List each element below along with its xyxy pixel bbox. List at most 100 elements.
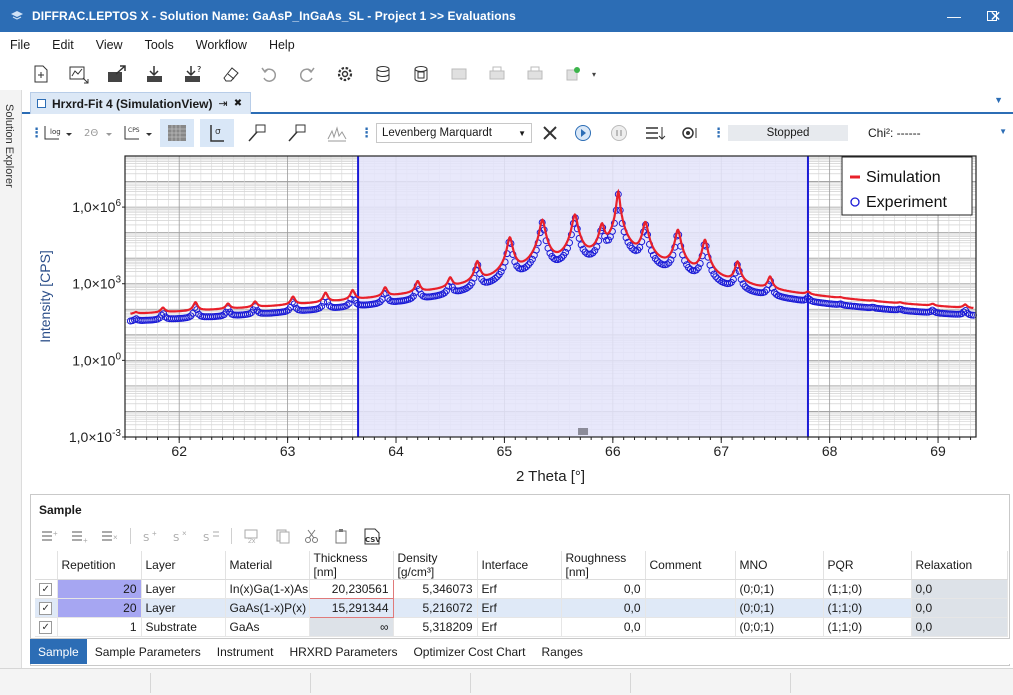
column-header-density[interactable]: Density [g/cm³] bbox=[393, 551, 478, 580]
relaxation-cell[interactable]: 0,0 bbox=[911, 598, 1008, 618]
sublayer-options-button[interactable]: S bbox=[198, 526, 224, 546]
table-row[interactable]: ✓ 1 Substrate GaAs ∞ 5,318209 Erf 0,0 (0… bbox=[35, 617, 1008, 637]
tab-ranges[interactable]: Ranges bbox=[534, 639, 591, 664]
menu-help[interactable]: Help bbox=[258, 38, 306, 52]
column-header-repetition[interactable]: Repetition bbox=[57, 551, 142, 580]
delete-sub-layer-button[interactable]: S × bbox=[168, 526, 194, 546]
record-button[interactable] bbox=[676, 119, 706, 147]
cut-button[interactable] bbox=[299, 526, 325, 546]
download-query-button[interactable]: ? bbox=[174, 60, 212, 88]
delete-layer-button[interactable]: × bbox=[97, 526, 123, 546]
pause-button[interactable] bbox=[604, 119, 634, 147]
algorithm-select[interactable]: Levenberg Marquardt ▼ bbox=[376, 123, 532, 143]
tab-sample[interactable]: Sample bbox=[30, 639, 87, 664]
tab-optimizer-cost-chart[interactable]: Optimizer Cost Chart bbox=[405, 639, 533, 664]
import-chart-button[interactable] bbox=[60, 60, 98, 88]
relaxation-cell[interactable]: 0,0 bbox=[911, 579, 1008, 599]
menu-tools[interactable]: Tools bbox=[134, 38, 185, 52]
comment-cell[interactable] bbox=[645, 579, 736, 599]
sigma-button[interactable]: σ bbox=[200, 119, 234, 147]
menu-workflow[interactable]: Workflow bbox=[185, 38, 258, 52]
grid-toggle-button[interactable] bbox=[160, 119, 194, 147]
close-tab-icon[interactable]: ✖ bbox=[234, 98, 242, 109]
new-button[interactable] bbox=[22, 60, 60, 88]
column-header-material[interactable]: Material bbox=[225, 551, 310, 580]
material-cell[interactable]: GaAs(1-x)P(x) bbox=[225, 598, 310, 618]
toolbar-overflow-icon[interactable]: ▾ bbox=[592, 70, 596, 79]
mno-cell[interactable]: (0;0;1) bbox=[735, 579, 824, 599]
disabled-tool-2[interactable] bbox=[478, 60, 516, 88]
table-row[interactable]: ✓ 20 Layer In(x)Ga(1-x)As 20,230561 5,34… bbox=[35, 579, 1008, 599]
add-layer-button[interactable]: + bbox=[37, 526, 63, 546]
eraser-button[interactable] bbox=[212, 60, 250, 88]
mno-cell[interactable]: (0;0;1) bbox=[735, 598, 824, 618]
column-header-relaxation[interactable]: Relaxation bbox=[911, 551, 1008, 580]
close-button[interactable]: ✕ bbox=[978, 0, 1013, 32]
step-button[interactable] bbox=[640, 119, 670, 147]
database-button[interactable] bbox=[364, 60, 402, 88]
interface-cell[interactable]: Erf bbox=[477, 617, 562, 637]
redo-button[interactable] bbox=[288, 60, 326, 88]
relaxation-cell[interactable]: 0,0 bbox=[911, 617, 1008, 637]
density-cell[interactable]: 5,318209 bbox=[393, 617, 478, 637]
chevron-down-icon[interactable]: ▼ bbox=[994, 95, 1003, 105]
solution-explorer-tab[interactable]: Solution Explorer bbox=[3, 104, 15, 188]
peak-tool-button[interactable] bbox=[320, 119, 354, 147]
menu-view[interactable]: View bbox=[85, 38, 134, 52]
paste-button[interactable] bbox=[329, 526, 355, 546]
cps-dropdown[interactable]: CPS bbox=[120, 119, 154, 147]
repetition-cell[interactable]: 1 bbox=[57, 617, 142, 637]
export-csv-button[interactable]: CSV bbox=[359, 526, 385, 546]
tab-hrxrd-parameters[interactable]: HRXRD Parameters bbox=[281, 639, 405, 664]
copy-button[interactable] bbox=[269, 526, 295, 546]
row-checkbox[interactable]: ✓ bbox=[35, 617, 58, 637]
pqr-cell[interactable]: (1;1;0) bbox=[823, 617, 912, 637]
roughness-cell[interactable]: 0,0 bbox=[561, 598, 646, 618]
two-theta-dropdown[interactable]: 2Θ bbox=[80, 119, 114, 147]
table-row[interactable]: ✓ 20 Layer GaAs(1-x)P(x) 15,291344 5,216… bbox=[35, 598, 1008, 618]
column-header-roughness[interactable]: Roughness [nm] bbox=[561, 551, 646, 580]
plugin-button[interactable] bbox=[554, 60, 592, 88]
export-button[interactable] bbox=[98, 60, 136, 88]
menu-file[interactable]: File bbox=[0, 38, 41, 52]
thickness-cell[interactable]: 20,230561 bbox=[308, 579, 394, 599]
tab-sample-parameters[interactable]: Sample Parameters bbox=[87, 639, 209, 664]
settings-button[interactable] bbox=[326, 60, 364, 88]
layer-cell[interactable]: Layer bbox=[141, 579, 226, 599]
repetition-cell[interactable]: 20 bbox=[57, 598, 142, 618]
layer-cell[interactable]: Layer bbox=[141, 598, 226, 618]
pqr-cell[interactable]: (1;1;0) bbox=[823, 598, 912, 618]
interface-cell[interactable]: Erf bbox=[477, 598, 562, 618]
undo-button[interactable] bbox=[250, 60, 288, 88]
disabled-tool-1[interactable] bbox=[440, 60, 478, 88]
column-header-thickness[interactable]: Thickness [nm] bbox=[309, 551, 394, 580]
density-cell[interactable]: 5,216072 bbox=[393, 598, 478, 618]
pin-icon[interactable]: ⇥ bbox=[218, 97, 227, 110]
mno-cell[interactable]: (0;0;1) bbox=[735, 617, 824, 637]
pqr-cell[interactable]: (1;1;0) bbox=[823, 579, 912, 599]
fit-settings-button[interactable] bbox=[538, 119, 562, 147]
column-header-pqr[interactable]: PQR bbox=[823, 551, 912, 580]
chevron-down-icon[interactable]: ▼ bbox=[999, 127, 1007, 136]
comment-cell[interactable] bbox=[645, 617, 736, 637]
duplicate-button[interactable]: 2x bbox=[239, 526, 265, 546]
material-cell[interactable]: In(x)Ga(1-x)As bbox=[225, 579, 310, 599]
zoom-out-button[interactable] bbox=[280, 119, 314, 147]
add-sub-layer-button[interactable]: S + bbox=[138, 526, 164, 546]
density-cell[interactable]: 5,346073 bbox=[393, 579, 478, 599]
disabled-tool-3[interactable] bbox=[516, 60, 554, 88]
repetition-cell[interactable]: 20 bbox=[57, 579, 142, 599]
column-header-mno[interactable]: MNO bbox=[735, 551, 824, 580]
intensity-chart[interactable]: 62 63 64 65 66 67 68 691,0×10-31,0×1001,0×1031,… bbox=[30, 150, 1013, 490]
column-header-layer[interactable]: Layer bbox=[141, 551, 226, 580]
roughness-cell[interactable]: 0,0 bbox=[561, 617, 646, 637]
log-scale-dropdown[interactable]: log bbox=[40, 119, 74, 147]
column-header-interface[interactable]: Interface bbox=[477, 551, 562, 580]
layer-cell[interactable]: Substrate bbox=[141, 617, 226, 637]
tab-hrxrd-fit[interactable]: Hrxrd-Fit 4 (SimulationView) ⇥ ✖ bbox=[30, 92, 252, 114]
column-header-comment[interactable]: Comment bbox=[645, 551, 736, 580]
database-table-button[interactable] bbox=[402, 60, 440, 88]
material-cell[interactable]: GaAs bbox=[225, 617, 310, 637]
interface-cell[interactable]: Erf bbox=[477, 579, 562, 599]
download-button[interactable] bbox=[136, 60, 174, 88]
